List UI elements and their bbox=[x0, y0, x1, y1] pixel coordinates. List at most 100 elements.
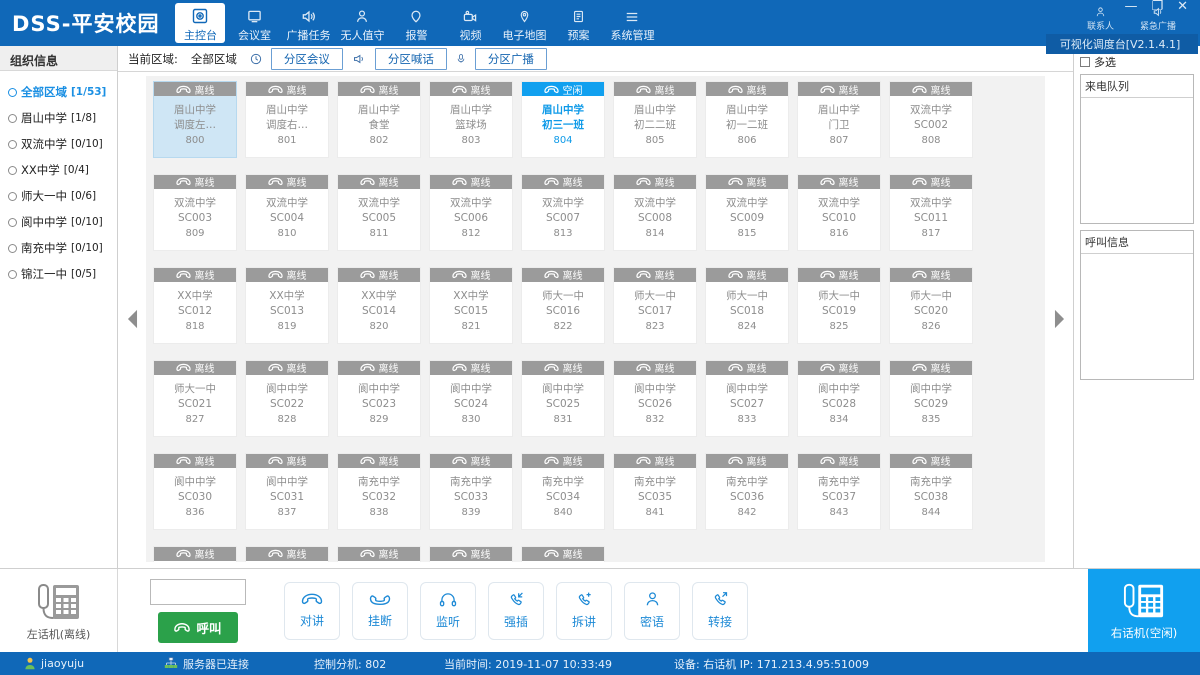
radio-icon[interactable] bbox=[8, 166, 17, 175]
radio-icon[interactable] bbox=[8, 244, 17, 253]
device-card[interactable]: 离线南充中学SC037843 bbox=[798, 454, 880, 529]
nav-tab-video[interactable]: 视频 bbox=[443, 0, 497, 46]
device-card[interactable]: 离线阆中中学SC027833 bbox=[706, 361, 788, 436]
nav-tab-emap[interactable]: 电子地图 bbox=[497, 0, 551, 46]
device-card[interactable]: 离线XX中学SC013819 bbox=[246, 268, 328, 343]
device-card[interactable]: 空闲眉山中学初三一班804 bbox=[522, 82, 604, 157]
grid-prev-page-button[interactable] bbox=[118, 72, 146, 568]
transfer-button[interactable]: 转接 bbox=[692, 582, 748, 640]
sidebar-item-2[interactable]: 双流中学[0/10] bbox=[0, 131, 117, 157]
sidebar-item-3[interactable]: XX中学[0/4] bbox=[0, 157, 117, 183]
device-card[interactable]: 离线阆中中学SC029835 bbox=[890, 361, 972, 436]
device-card[interactable]: 离线师大一中SC019825 bbox=[798, 268, 880, 343]
sidebar-item-6[interactable]: 南充中学[0/10] bbox=[0, 235, 117, 261]
sidebar-item-5[interactable]: 阆中中学[0/10] bbox=[0, 209, 117, 235]
device-card[interactable]: 离线南充中学SC032838 bbox=[338, 454, 420, 529]
device-card[interactable]: 离线XX中学SC012818 bbox=[154, 268, 236, 343]
nav-tab-system-settings[interactable]: 系统管理 bbox=[605, 0, 659, 46]
device-card-name: SC015 bbox=[432, 304, 510, 319]
sidebar-item-7[interactable]: 锦江一中[0/5] bbox=[0, 261, 117, 287]
sidebar-item-1[interactable]: 眉山中学[1/8] bbox=[0, 105, 117, 131]
split-call-button[interactable]: 拆讲 bbox=[556, 582, 612, 640]
radio-icon[interactable] bbox=[8, 114, 17, 123]
incoming-call-queue-panel[interactable]: 来电队列 bbox=[1080, 74, 1194, 224]
device-card[interactable]: 离线南充中学SC036842 bbox=[706, 454, 788, 529]
device-card[interactable]: 离线眉山中学调度右…801 bbox=[246, 82, 328, 157]
nav-tab-plan[interactable]: 预案 bbox=[551, 0, 605, 46]
device-card[interactable]: 离线阆中中学SC031837 bbox=[246, 454, 328, 529]
device-card[interactable]: 离线眉山中学调度左…800 bbox=[154, 82, 236, 157]
incoming-call-queue-list[interactable] bbox=[1081, 98, 1193, 223]
device-card[interactable]: 离线双流中学SC002808 bbox=[890, 82, 972, 157]
device-card[interactable]: 离线XX中学SC014820 bbox=[338, 268, 420, 343]
nav-tab-alarm[interactable]: 报警 bbox=[389, 0, 443, 46]
device-card[interactable]: 离线师大一中SC016822 bbox=[522, 268, 604, 343]
device-card[interactable]: 离线双流中学SC009815 bbox=[706, 175, 788, 250]
call-button[interactable]: 呼叫 bbox=[158, 612, 237, 643]
device-card[interactable]: 离线南充中学SC033839 bbox=[430, 454, 512, 529]
nav-tab-meeting[interactable]: 会议室 bbox=[227, 0, 281, 46]
device-card[interactable]: 离线眉山中学篮球场803 bbox=[430, 82, 512, 157]
zone-broadcast-button[interactable]: 分区广播 bbox=[475, 48, 547, 70]
device-card[interactable]: 离线师大一中SC018824 bbox=[706, 268, 788, 343]
device-card[interactable]: 离线阆中中学SC026832 bbox=[614, 361, 696, 436]
radio-icon[interactable] bbox=[8, 88, 17, 97]
multiselect-checkbox[interactable] bbox=[1080, 57, 1090, 67]
device-card[interactable]: 离线阆中中学SC022828 bbox=[246, 361, 328, 436]
device-card[interactable]: 离线双流中学SC006812 bbox=[430, 175, 512, 250]
device-card[interactable]: 离线阆中中学SC030836 bbox=[154, 454, 236, 529]
device-card[interactable]: 离线眉山中学初二二班805 bbox=[614, 82, 696, 157]
dial-number-input[interactable] bbox=[150, 579, 246, 605]
left-phone-status[interactable]: 左话机(离线) bbox=[0, 569, 118, 652]
sidebar-item-4[interactable]: 师大一中[0/6] bbox=[0, 183, 117, 209]
device-card[interactable]: 离线师大一中SC020826 bbox=[890, 268, 972, 343]
intercom-button[interactable]: 对讲 bbox=[284, 582, 340, 640]
radio-icon[interactable] bbox=[8, 270, 17, 279]
device-card[interactable]: 离线双流中学SC003809 bbox=[154, 175, 236, 250]
device-card[interactable]: 离线南充中学SC039845 bbox=[154, 547, 236, 562]
device-card[interactable]: 离线眉山中学门卫807 bbox=[798, 82, 880, 157]
device-card[interactable]: 离线双流中学SC007813 bbox=[522, 175, 604, 250]
device-card[interactable]: 离线阆中中学SC025831 bbox=[522, 361, 604, 436]
device-card[interactable]: 离线阆中中学SC028834 bbox=[798, 361, 880, 436]
zone-meeting-button[interactable]: 分区会议 bbox=[271, 48, 343, 70]
device-card[interactable]: 离线双流中学SC004810 bbox=[246, 175, 328, 250]
sidebar-item-0[interactable]: 全部区域[1/53] bbox=[0, 79, 117, 105]
monitor-button[interactable]: 监听 bbox=[420, 582, 476, 640]
device-card[interactable]: 离线南充中学SC040846 bbox=[246, 547, 328, 562]
device-card[interactable]: 离线双流中学SC011817 bbox=[890, 175, 972, 250]
device-card[interactable]: 离线眉山中学初一二班806 bbox=[706, 82, 788, 157]
device-card[interactable]: 离线南充中学SC034840 bbox=[522, 454, 604, 529]
hangup-button[interactable]: 挂断 bbox=[352, 582, 408, 640]
radio-icon[interactable] bbox=[8, 140, 17, 149]
device-card[interactable]: 离线锦江一中SC042848 bbox=[430, 547, 512, 562]
device-card[interactable]: 离线师大一中SC021827 bbox=[154, 361, 236, 436]
device-card[interactable]: 离线南充中学SC041847 bbox=[338, 547, 420, 562]
zone-shout-button[interactable]: 分区喊话 bbox=[375, 48, 447, 70]
device-card[interactable]: 离线双流中学SC008814 bbox=[614, 175, 696, 250]
barge-in-button[interactable]: 强插 bbox=[488, 582, 544, 640]
device-card[interactable]: 离线南充中学SC035841 bbox=[614, 454, 696, 529]
radio-icon[interactable] bbox=[8, 218, 17, 227]
emergency-broadcast-button[interactable]: 紧急广播 bbox=[1140, 6, 1176, 32]
device-card[interactable]: 离线阆中中学SC024830 bbox=[430, 361, 512, 436]
device-card[interactable]: 离线眉山中学食堂802 bbox=[338, 82, 420, 157]
grid-next-page-button[interactable] bbox=[1045, 72, 1073, 568]
device-card[interactable]: 离线南充中学SC038844 bbox=[890, 454, 972, 529]
device-card[interactable]: 离线双流中学SC005811 bbox=[338, 175, 420, 250]
call-info-content[interactable] bbox=[1081, 254, 1193, 379]
radio-icon[interactable] bbox=[8, 192, 17, 201]
device-card[interactable]: 离线双流中学SC010816 bbox=[798, 175, 880, 250]
device-card[interactable]: 离线XX中学SC015821 bbox=[430, 268, 512, 343]
nav-tab-unattended[interactable]: 无人值守 bbox=[335, 0, 389, 46]
contacts-button[interactable]: 联系人 bbox=[1087, 6, 1114, 32]
right-phone-status[interactable]: 右话机(空闲) bbox=[1088, 569, 1200, 652]
call-info-panel[interactable]: 呼叫信息 bbox=[1080, 230, 1194, 380]
nav-tab-broadcast-task[interactable]: 广播任务 bbox=[281, 0, 335, 46]
device-card-number: 831 bbox=[524, 413, 602, 428]
device-card[interactable]: 离线锦江一中SC043849 bbox=[522, 547, 604, 562]
nav-tab-console[interactable]: 主控台 bbox=[175, 3, 225, 43]
device-card[interactable]: 离线阆中中学SC023829 bbox=[338, 361, 420, 436]
device-card[interactable]: 离线师大一中SC017823 bbox=[614, 268, 696, 343]
whisper-button[interactable]: 密语 bbox=[624, 582, 680, 640]
